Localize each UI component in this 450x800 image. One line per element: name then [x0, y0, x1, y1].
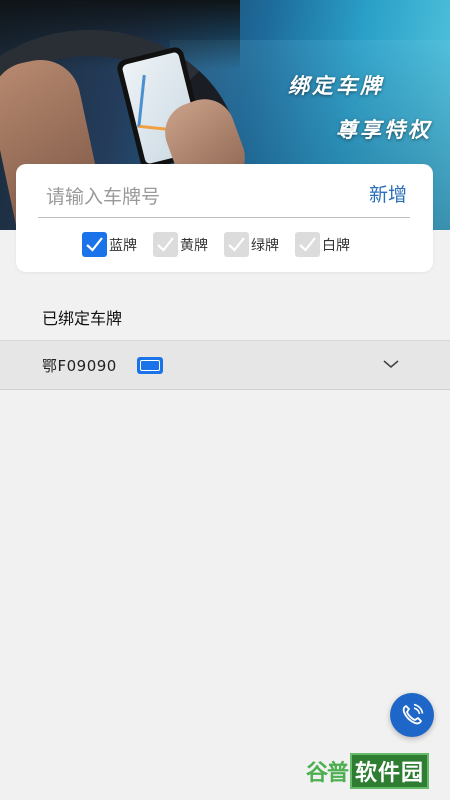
phone-icon — [402, 703, 424, 725]
checkbox-unchecked-icon[interactable] — [295, 232, 320, 257]
watermark-part-1: 谷普 — [306, 761, 349, 786]
checkbox-unchecked-icon[interactable] — [153, 232, 178, 257]
color-option-label: 白牌 — [322, 237, 350, 254]
watermark-part-2: 软件园 — [350, 753, 430, 789]
chevron-down-icon[interactable] — [382, 355, 400, 373]
slogan-line-2: 尊享特权 — [336, 118, 432, 142]
slogan-line-1: 绑定车牌 — [288, 74, 384, 98]
color-option-green[interactable]: 绿牌 — [224, 232, 279, 257]
plate-form-card: 新增 蓝牌 黄牌 绿牌 白牌 — [16, 164, 433, 272]
color-option-label: 绿牌 — [251, 237, 279, 254]
color-option-white[interactable]: 白牌 — [295, 232, 350, 257]
color-option-yellow[interactable]: 黄牌 — [153, 232, 208, 257]
color-option-blue[interactable]: 蓝牌 — [82, 232, 137, 257]
plate-color-options: 蓝牌 黄牌 绿牌 白牌 — [82, 232, 350, 257]
bound-plates-title: 已绑定车牌 — [42, 309, 123, 328]
bound-plate-row[interactable]: 鄂F09090 — [0, 340, 450, 390]
checkbox-unchecked-icon[interactable] — [224, 232, 249, 257]
banner-slogan: 绑定车牌 尊享特权 — [288, 70, 429, 144]
blue-plate-icon — [136, 356, 163, 374]
plate-number: 鄂F09090 — [42, 356, 117, 375]
call-button[interactable] — [390, 693, 434, 737]
checkbox-checked-icon[interactable] — [82, 232, 107, 257]
watermark-logo: 谷普 软件园 — [306, 753, 441, 789]
color-option-label: 黄牌 — [180, 237, 208, 254]
color-option-label: 蓝牌 — [109, 237, 137, 254]
add-plate-button[interactable]: 新增 — [369, 180, 407, 207]
plate-number-input[interactable] — [38, 176, 410, 218]
